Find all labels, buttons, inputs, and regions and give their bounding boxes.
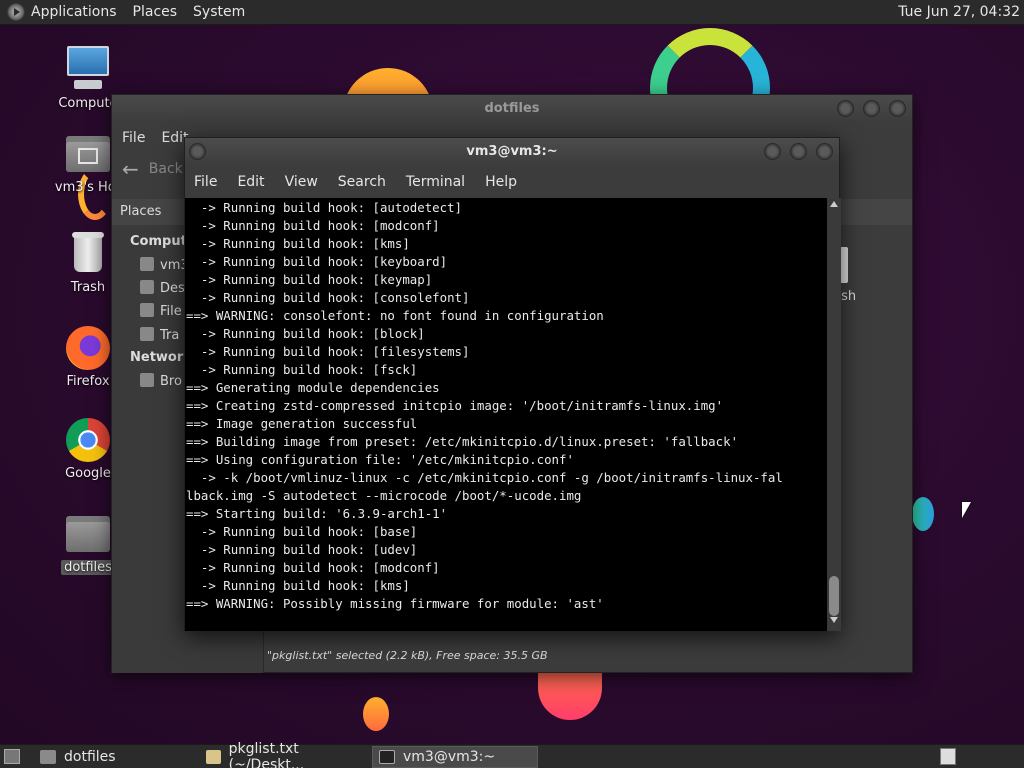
terminal-line: -> Running build hook: [fsck] xyxy=(186,362,418,377)
bottom-panel: dotfiles pkglist.txt (~/Deskt... vm3@vm3… xyxy=(0,741,1024,768)
scroll-down-arrow-icon[interactable] xyxy=(830,617,838,623)
home-icon xyxy=(140,257,154,271)
scroll-up-arrow-icon[interactable] xyxy=(830,201,838,207)
terminal-line: -> Running build hook: [consolefont] xyxy=(186,290,470,305)
network-icon xyxy=(140,373,154,387)
terminal-titlebar[interactable]: vm3@vm3:~ xyxy=(185,138,839,166)
menu-search[interactable]: Search xyxy=(338,174,386,190)
firefox-icon xyxy=(66,326,110,370)
text-editor-icon xyxy=(206,750,221,764)
task-pkglist[interactable]: pkglist.txt (~/Deskt... xyxy=(200,741,366,768)
desktop-icon-label: Firefox xyxy=(66,374,110,389)
terminal-line: -> Running build hook: [kms] xyxy=(186,578,410,593)
minimize-button[interactable] xyxy=(837,100,854,117)
terminal-scrollbar[interactable] xyxy=(827,198,841,631)
terminal-menubar: File Edit View Search Terminal Help xyxy=(185,166,839,198)
trash-icon xyxy=(64,228,112,276)
folder-icon xyxy=(40,750,56,764)
computer-icon xyxy=(64,44,112,92)
terminal-line: ==> Building image from preset: /etc/mki… xyxy=(186,434,739,449)
top-panel: Applications Places System Tue Jun 27, 0… xyxy=(0,0,1024,25)
wallpaper-teal-shape xyxy=(912,497,934,531)
file-manager-title: dotfiles xyxy=(484,101,540,116)
menu-edit[interactable]: Edit xyxy=(237,174,264,190)
close-button[interactable] xyxy=(889,100,906,117)
trash-icon xyxy=(140,327,154,341)
terminal-line: -> Running build hook: [base] xyxy=(186,524,418,539)
terminal-line: ==> Using configuration file: '/etc/mkin… xyxy=(186,452,574,467)
task-label: vm3@vm3:~ xyxy=(403,749,496,765)
back-button[interactable]: Back xyxy=(149,161,183,177)
sidebar-item-filesystem[interactable]: File xyxy=(140,303,182,319)
sidebar-item-desktop[interactable]: Des xyxy=(140,280,185,296)
folder-icon xyxy=(64,508,112,556)
terminal-line: lback.img -S autodetect --microcode /boo… xyxy=(186,488,582,503)
task-terminal[interactable]: vm3@vm3:~ xyxy=(372,746,538,768)
close-button[interactable] xyxy=(816,143,833,160)
terminal-line: -> Running build hook: [modconf] xyxy=(186,218,440,233)
terminal-line: -> Running build hook: [keyboard] xyxy=(186,254,448,269)
terminal-line: ==> WARNING: Possibly missing firmware f… xyxy=(186,596,604,611)
clock[interactable]: Tue Jun 27, 04:32 xyxy=(898,4,1020,20)
chrome-icon xyxy=(66,418,110,462)
applications-menu[interactable]: Applications xyxy=(31,4,117,20)
task-label: dotfiles xyxy=(64,749,116,765)
terminal-line: -> Running build hook: [kms] xyxy=(186,236,410,251)
status-bar: "pkglist.txt" selected (2.2 kB), Free sp… xyxy=(267,649,548,662)
terminal-line: ==> Generating module dependencies xyxy=(186,380,440,395)
terminal-line: -> Running build hook: [udev] xyxy=(186,542,418,557)
main-menu-icon[interactable] xyxy=(7,3,25,21)
terminal-line: -> Running build hook: [autodetect] xyxy=(186,200,463,215)
workspace-switcher[interactable] xyxy=(940,748,956,765)
terminal-line: ==> Creating zstd-compressed initcpio im… xyxy=(186,398,724,413)
terminal-output[interactable]: -> Running build hook: [autodetect] -> R… xyxy=(185,198,827,631)
desktop-icon-label: Trash xyxy=(70,280,106,295)
sidebar-item-browse-network[interactable]: Bro xyxy=(140,373,182,389)
menu-help[interactable]: Help xyxy=(485,174,517,190)
scrollbar-thumb[interactable] xyxy=(829,576,839,616)
system-menu[interactable]: System xyxy=(193,4,245,20)
menu-file[interactable]: File xyxy=(122,130,145,146)
home-folder-icon xyxy=(64,128,112,176)
sidebar-item-home[interactable]: vm3 xyxy=(140,257,189,273)
terminal-line: ==> Starting build: '6.3.9-arch1-1' xyxy=(186,506,448,521)
mouse-cursor-icon xyxy=(962,502,971,518)
maximize-button[interactable] xyxy=(790,143,807,160)
filesystem-icon xyxy=(140,303,154,317)
minimize-button[interactable] xyxy=(764,143,781,160)
desktop-icon-label: dotfiles xyxy=(61,560,115,575)
sidebar-item-trash[interactable]: Tra xyxy=(140,327,179,343)
desktop-icon-label: Google xyxy=(65,466,111,481)
terminal-window[interactable]: vm3@vm3:~ File Edit View Search Terminal… xyxy=(184,137,841,631)
task-dotfiles[interactable]: dotfiles xyxy=(34,746,194,768)
desktop-icon xyxy=(140,280,154,294)
back-arrow-icon[interactable]: ← xyxy=(122,157,139,181)
terminal-line: ==> Image generation successful xyxy=(186,416,418,431)
desktop-icon-label: Compute xyxy=(58,96,118,111)
wallpaper-small-orange-shape xyxy=(363,697,389,731)
terminal-line: -> Running build hook: [keymap] xyxy=(186,272,433,287)
terminal-line: -> Running build hook: [modconf] xyxy=(186,560,440,575)
terminal-line: -> Running build hook: [block] xyxy=(186,326,425,341)
terminal-icon xyxy=(379,750,395,764)
places-menu[interactable]: Places xyxy=(133,4,178,20)
terminal-line: ==> WARNING: consolefont: no font found … xyxy=(186,308,604,323)
show-desktop-icon[interactable] xyxy=(4,749,20,764)
sidebar-group-network: Network xyxy=(130,350,192,365)
file-manager-titlebar[interactable]: dotfiles xyxy=(112,95,912,123)
menu-file[interactable]: File xyxy=(194,174,217,190)
menu-terminal[interactable]: Terminal xyxy=(406,174,465,190)
maximize-button[interactable] xyxy=(863,100,880,117)
terminal-line: -> Running build hook: [filesystems] xyxy=(186,344,470,359)
menu-view[interactable]: View xyxy=(285,174,318,190)
terminal-title: vm3@vm3:~ xyxy=(466,144,558,159)
task-label: pkglist.txt (~/Deskt... xyxy=(228,741,305,768)
terminal-line: -> -k /boot/vmlinuz-linux -c /etc/mkinit… xyxy=(186,470,783,485)
window-menu-button[interactable] xyxy=(189,143,206,160)
